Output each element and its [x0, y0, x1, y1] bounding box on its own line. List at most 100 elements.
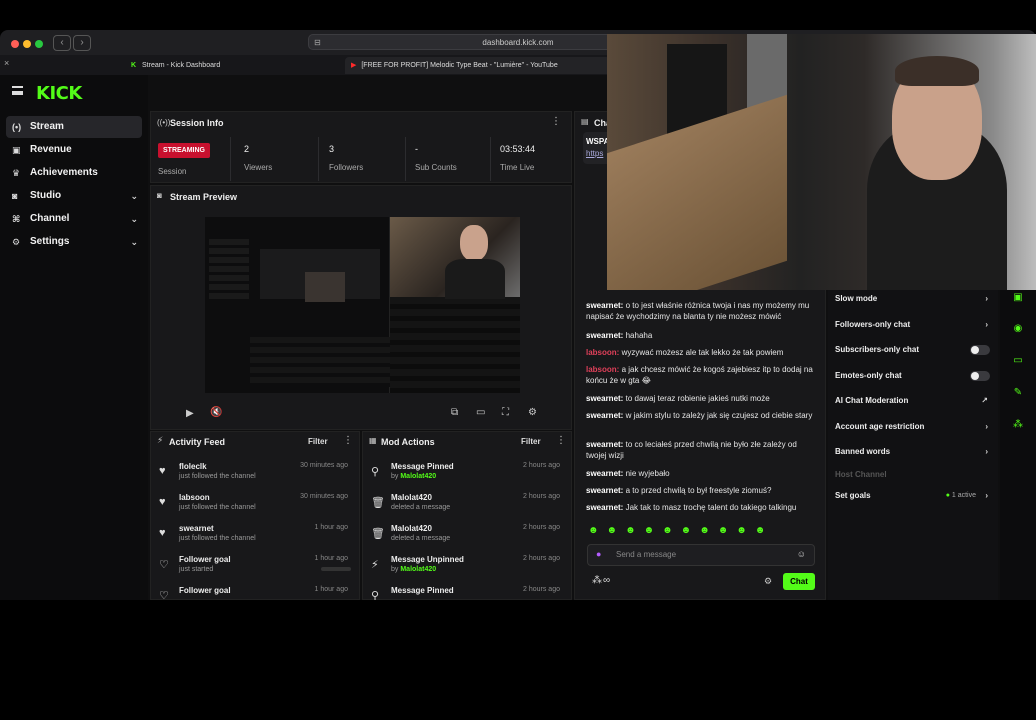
chat-message[interactable]: swearnet: nie wyjebało — [586, 468, 818, 479]
wrench-rail-icon[interactable]: ✎ — [1008, 383, 1028, 403]
setting-followers-only[interactable]: Followers-only chat › — [835, 315, 990, 335]
chat-message[interactable]: swearnet: hahaha — [586, 330, 818, 341]
more-options-icon[interactable]: ⋮ — [343, 435, 353, 446]
emoji-icon[interactable]: ☺ — [797, 549, 806, 559]
streaming-badge: STREAMING — [158, 143, 210, 158]
theater-icon[interactable]: ▭ — [476, 407, 485, 418]
subscribers-only-toggle[interactable] — [970, 345, 990, 355]
minimize-window-dot[interactable] — [23, 40, 31, 48]
close-tab-icon[interactable]: × — [4, 58, 9, 68]
chat-message[interactable]: labsoon: wyzywać możesz ale tak lekko że… — [586, 347, 818, 358]
chat-username[interactable]: swearnet: — [586, 469, 623, 478]
chat-message[interactable]: swearnet: o to jest właśnie różnica twoj… — [586, 300, 818, 322]
chat-username[interactable]: swearnet: — [586, 331, 623, 340]
sidebar-item-achievements[interactable]: ♛ Achievements — [6, 162, 142, 184]
setting-banned-words[interactable]: Banned words › — [835, 442, 990, 462]
chevron-down-icon: ⌄ — [130, 214, 138, 224]
settings-icon[interactable]: ⚙ — [528, 407, 537, 418]
chat-username[interactable]: swearnet: — [586, 440, 623, 449]
chat-message[interactable]: swearnet: to dawaj teraz robienie jakieś… — [586, 393, 818, 404]
microphone-icon[interactable]: ● — [596, 549, 601, 559]
mod-action-item[interactable]: ⚲ Message Pinned 2 hours ago — [363, 584, 568, 600]
chat-message[interactable]: swearnet: to co leciałeś przed chwilą ni… — [586, 439, 818, 461]
moderator-name[interactable]: Malolat420 — [400, 473, 436, 480]
setting-slow-mode[interactable]: Slow mode › — [835, 289, 990, 309]
chat-message[interactable]: swearnet: a to przed chwilą to był frees… — [586, 485, 818, 496]
mod-filter-button[interactable]: Filter — [521, 437, 541, 446]
emotes-only-toggle[interactable] — [970, 371, 990, 381]
emote-icon[interactable]: ☻ — [681, 525, 700, 536]
kick-logo[interactable]: KICK — [36, 83, 82, 104]
chat-message[interactable]: swearnet: Jak tak to masz trochę talent … — [586, 502, 818, 513]
more-options-icon[interactable]: ⋮ — [556, 435, 566, 446]
users-icon[interactable]: ⁂ — [592, 575, 602, 586]
activity-filter-button[interactable]: Filter — [308, 437, 328, 446]
users-rail-icon[interactable]: ⁂ — [1008, 415, 1028, 435]
emote-icon[interactable]: ☻ — [718, 525, 737, 536]
activity-item[interactable]: ♥ floleclk just followed the channel 30 … — [151, 460, 356, 491]
mod-action-item[interactable]: 🗑 Malolat420 deleted a message 2 hours a… — [363, 522, 568, 553]
sidebar-item-settings[interactable]: ⚙ Settings ⌄ — [6, 231, 142, 253]
chat-settings-icon[interactable]: ⚙ — [764, 576, 772, 587]
stream-preview-video[interactable] — [205, 217, 520, 393]
setting-ai-moderation[interactable]: AI Chat Moderation ↗ — [835, 391, 990, 411]
video-rail-icon[interactable]: ▭ — [1008, 351, 1028, 371]
chat-message[interactable]: swearnet: w jakim stylu to zależy jak si… — [586, 410, 818, 421]
tab-label: Stream - Kick Dashboard — [142, 62, 221, 69]
close-window-dot[interactable] — [11, 40, 19, 48]
emote-icon[interactable]: ☻ — [699, 525, 718, 536]
emote-icon[interactable]: ☻ — [607, 525, 626, 536]
activity-item[interactable]: ♡ Follower goal just started 1 hour ago — [151, 553, 356, 584]
sidebar-item-channel[interactable]: ⌘ Channel ⌄ — [6, 208, 142, 230]
mute-icon[interactable]: 🔇 — [210, 407, 222, 418]
emote-icon[interactable]: ☻ — [644, 525, 663, 536]
mod-action-item[interactable]: ⚡ Message Unpinned by Malolat420 2 hours… — [363, 553, 568, 584]
emote-icon[interactable]: ☻ — [588, 525, 607, 536]
send-chat-button[interactable]: Chat — [783, 573, 815, 590]
activity-item[interactable]: ♥ labsoon just followed the channel 30 m… — [151, 491, 356, 522]
forward-icon[interactable]: › — [73, 35, 91, 51]
moderator-name[interactable]: Malolat420 — [400, 566, 436, 573]
tab-kick-dashboard[interactable]: K Stream - Kick Dashboard — [125, 57, 345, 74]
setting-host-channel[interactable]: Host Channel — [835, 465, 990, 485]
mod-action-item[interactable]: ⚲ Message Pinned by Malolat420 2 hours a… — [363, 460, 568, 491]
sidebar-item-label: Settings — [30, 236, 70, 247]
emote-icon[interactable]: ☻ — [625, 525, 644, 536]
chat-username[interactable]: labsoon: — [586, 348, 619, 357]
pinned-message-link[interactable]: https — [586, 149, 603, 158]
tab-youtube[interactable]: ▶ [FREE FOR PROFIT] Melodic Type Beat - … — [345, 57, 610, 74]
setting-emotes-only[interactable]: Emotes-only chat — [835, 366, 990, 386]
sidebar-item-revenue[interactable]: ▣ Revenue — [6, 139, 142, 161]
chat-username[interactable]: swearnet: — [586, 411, 623, 420]
emote-icon[interactable]: ☻ — [662, 525, 681, 536]
setting-subscribers-only[interactable]: Subscribers-only chat — [835, 340, 990, 360]
emote-icon[interactable]: ☻ — [736, 525, 755, 536]
chat-input[interactable]: ● Send a message ☺ — [587, 544, 815, 566]
chat-message[interactable]: labsoon: a jak chcesz mówić że kogoś zaj… — [586, 364, 818, 386]
sidebar-item-studio[interactable]: ◙ Studio ⌄ — [6, 185, 142, 207]
activity-item[interactable]: ♥ swearnet just followed the channel 1 h… — [151, 522, 356, 553]
more-options-icon[interactable]: ⋮ — [551, 116, 561, 127]
back-icon[interactable]: ‹ — [53, 35, 71, 51]
sidebar-item-stream[interactable]: (•) Stream — [6, 116, 142, 138]
chat-username[interactable]: swearnet: — [586, 301, 623, 310]
broadcast-rail-icon[interactable]: ◉ — [1008, 319, 1028, 339]
chat-username[interactable]: swearnet: — [586, 503, 623, 512]
fullscreen-icon[interactable]: ⛶ — [502, 407, 509, 418]
maximize-window-dot[interactable] — [35, 40, 43, 48]
chat-rail-icon[interactable]: ▣ — [1008, 288, 1028, 308]
chat-username[interactable]: swearnet: — [586, 486, 623, 495]
site-settings-icon[interactable]: ⊟ — [314, 35, 321, 50]
chat-username[interactable]: swearnet: — [586, 394, 623, 403]
chat-username[interactable]: labsoon: — [586, 365, 619, 374]
emote-icon[interactable]: ☻ — [755, 525, 774, 536]
menu-icon[interactable] — [12, 86, 23, 95]
mod-action-item[interactable]: 🗑 Malolat420 deleted a message 2 hours a… — [363, 491, 568, 522]
setting-set-goals[interactable]: Set goals ● 1 active › — [835, 486, 990, 506]
emote-bar[interactable]: ☻☻☻☻☻☻☻☻☻☻ — [588, 525, 816, 539]
setting-account-age[interactable]: Account age restriction › — [835, 417, 990, 437]
play-icon[interactable]: ▶ — [186, 408, 194, 419]
pip-icon[interactable]: ⧉ — [451, 407, 458, 418]
mod-action-sub: by Malolat420 — [391, 566, 436, 573]
activity-item[interactable]: ♡ Follower goal 1 hour ago — [151, 584, 356, 600]
